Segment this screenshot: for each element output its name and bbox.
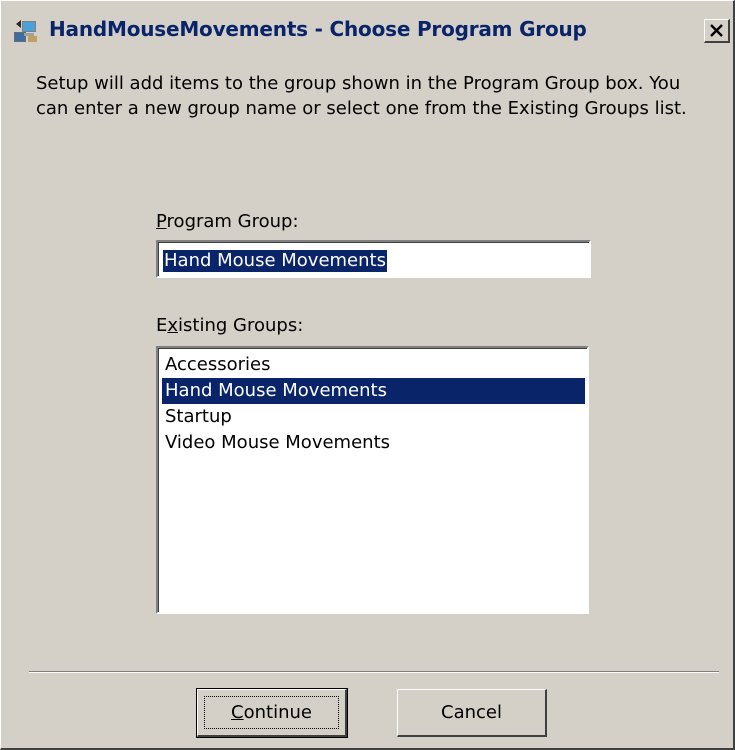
existing-groups-label: Existing Groups:: [156, 315, 303, 336]
list-item-selected[interactable]: Hand Mouse Movements: [162, 378, 585, 404]
program-group-label: Program Group:: [156, 211, 299, 232]
program-group-label-text: rogram Group:: [166, 211, 299, 232]
dialog-window: HandMouseMovements - Choose Program Grou…: [0, 0, 735, 750]
existing-groups-list[interactable]: Accessories Hand Mouse Movements Startup…: [156, 346, 589, 614]
existing-groups-label-text: isting Groups:: [178, 315, 304, 336]
window-title: HandMouseMovements - Choose Program Grou…: [49, 17, 587, 41]
separator: [29, 671, 719, 673]
program-group-input[interactable]: Hand Mouse Movements: [156, 240, 591, 278]
list-item[interactable]: Startup: [162, 404, 585, 430]
cancel-button-label: Cancel: [441, 702, 502, 723]
list-item[interactable]: Video Mouse Movements: [162, 430, 585, 456]
close-button[interactable]: [704, 19, 730, 43]
setup-program-icon: [13, 18, 39, 44]
title-bar[interactable]: HandMouseMovements - Choose Program Grou…: [5, 5, 730, 55]
program-group-input-value: Hand Mouse Movements: [163, 250, 387, 272]
continue-button[interactable]: Continue: [196, 688, 348, 738]
program-group-label-accelerator: P: [156, 211, 167, 232]
continue-button-label: Continue: [198, 702, 345, 724]
existing-groups-label-prefix: E: [156, 315, 168, 336]
continue-accelerator: C: [231, 702, 244, 723]
list-item[interactable]: Accessories: [162, 352, 585, 378]
continue-label-text: ontinue: [243, 702, 312, 723]
intro-text: Setup will add items to the group shown …: [36, 73, 687, 119]
close-icon: [710, 24, 723, 37]
existing-groups-label-accelerator: x: [167, 315, 179, 336]
cancel-button[interactable]: Cancel: [397, 689, 547, 737]
